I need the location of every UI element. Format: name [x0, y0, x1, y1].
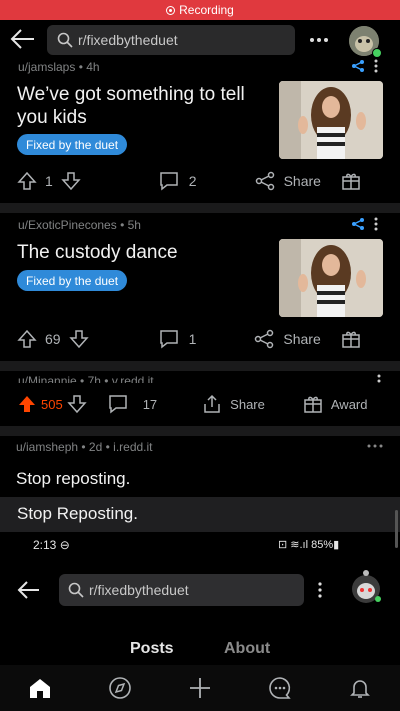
- post-image[interactable]: Stop Reposting. 2:13 ⊖ ⊡ ≋.ıl 85%▮ r/fix…: [0, 497, 400, 665]
- comment-count: 1: [188, 331, 197, 347]
- online-indicator: [372, 48, 382, 58]
- award-label[interactable]: Award: [331, 397, 368, 412]
- app-header: r/fixedbytheduet: [0, 20, 400, 60]
- search-icon: [57, 32, 73, 48]
- battery-level: 85%: [311, 539, 334, 551]
- comment-icon[interactable]: [158, 329, 180, 349]
- comment-icon[interactable]: [158, 171, 180, 191]
- award-icon[interactable]: [303, 394, 323, 414]
- back-arrow-icon[interactable]: [10, 28, 36, 50]
- post-divider: [0, 203, 400, 213]
- more-options-icon: [318, 582, 322, 598]
- status-icons: ⊡ ≋.ıl 85%▮: [278, 539, 340, 551]
- post-domain: i.redd.it: [113, 440, 153, 454]
- share-label[interactable]: Share: [230, 397, 265, 412]
- comment-count: 17: [142, 396, 158, 412]
- vote-count: 505: [41, 396, 63, 412]
- scrollbar[interactable]: [395, 510, 398, 548]
- recording-label: Recording: [179, 3, 234, 17]
- notifications-bell-icon[interactable]: [348, 676, 372, 700]
- post-thumbnail[interactable]: [279, 239, 383, 317]
- post-age: 5h: [127, 218, 141, 232]
- phone-screenshot: 2:13 ⊖ ⊡ ≋.ıl 85%▮ r/fixedbytheduet Post…: [0, 532, 400, 665]
- downvote-icon[interactable]: [61, 171, 81, 191]
- post-meta-clipped: u/Minannie • 7h • v.redd.it: [0, 371, 400, 383]
- explore-icon[interactable]: [108, 676, 132, 700]
- share-label[interactable]: Share: [284, 173, 321, 189]
- home-icon[interactable]: [28, 677, 52, 699]
- post-menu-icon[interactable]: [367, 444, 383, 448]
- create-post-icon[interactable]: [188, 676, 212, 700]
- upvote-icon[interactable]: [17, 394, 37, 414]
- post-actions: 1 2 Share: [17, 170, 387, 192]
- chat-icon[interactable]: [268, 676, 292, 700]
- more-options-icon[interactable]: [309, 31, 329, 49]
- search-text: r/fixedbytheduet: [89, 582, 189, 598]
- search-icon: [68, 582, 84, 598]
- post-domain: v.redd.it: [111, 374, 154, 383]
- post-title[interactable]: We’ve got something to tell you kids: [17, 83, 267, 129]
- vote-count: 69: [45, 331, 61, 347]
- embedded-search-field: r/fixedbytheduet: [59, 574, 304, 606]
- post-author[interactable]: u/iamsheph: [16, 440, 78, 454]
- share-icon[interactable]: [202, 394, 222, 414]
- post-author[interactable]: u/ExoticPinecones: [18, 218, 117, 232]
- post-divider: [0, 361, 400, 371]
- search-input[interactable]: r/fixedbytheduet: [47, 25, 295, 55]
- award-icon[interactable]: [341, 329, 361, 349]
- post-meta: u/jamslaps • 4h: [18, 60, 100, 74]
- comment-icon[interactable]: [107, 394, 129, 414]
- post-menu-icon[interactable]: [377, 374, 381, 384]
- mod-share-icon[interactable]: [351, 59, 365, 73]
- post-title[interactable]: The custody dance: [17, 241, 267, 264]
- post-age: 4h: [86, 60, 100, 74]
- mod-share-icon[interactable]: [351, 217, 365, 231]
- bottom-nav: [0, 665, 400, 711]
- upvote-icon[interactable]: [17, 329, 37, 349]
- award-icon[interactable]: [341, 171, 361, 191]
- post-meta: u/iamsheph • 2d • i.redd.it: [16, 440, 153, 454]
- post-title[interactable]: Stop reposting.: [16, 469, 130, 489]
- post-divider: [0, 426, 400, 436]
- comment-count: 2: [188, 173, 197, 189]
- post-menu-icon[interactable]: [374, 59, 378, 73]
- post-meta: u/ExoticPinecones • 5h: [18, 218, 141, 232]
- back-arrow-icon: [17, 580, 41, 600]
- recording-icon: [166, 5, 176, 15]
- post-flair[interactable]: Fixed by the duet: [17, 134, 128, 155]
- recording-banner: Recording: [0, 0, 400, 20]
- post-thumbnail[interactable]: [279, 81, 383, 159]
- post-age: 2d: [88, 440, 103, 454]
- vote-count: 1: [45, 173, 53, 189]
- share-label[interactable]: Share: [283, 331, 320, 347]
- tab-posts: Posts: [130, 640, 174, 657]
- post-menu-icon[interactable]: [374, 217, 378, 231]
- share-icon[interactable]: [254, 329, 274, 349]
- tab-about: About: [224, 640, 271, 657]
- post-actions: 505 17 Share Award: [17, 393, 387, 415]
- snoo-avatar: [349, 567, 383, 607]
- share-icon[interactable]: [255, 171, 275, 191]
- image-caption: Stop Reposting.: [17, 504, 138, 523]
- status-time: 2:13 ⊖: [33, 538, 70, 552]
- post-age: 7h: [87, 374, 101, 383]
- post-actions: 69 1 Share: [17, 328, 387, 350]
- post-author[interactable]: u/Minannie: [18, 374, 77, 383]
- downvote-icon[interactable]: [67, 394, 87, 414]
- post-author[interactable]: u/jamslaps: [18, 60, 75, 74]
- downvote-icon[interactable]: [68, 329, 89, 349]
- upvote-icon[interactable]: [17, 171, 37, 191]
- post-flair[interactable]: Fixed by the duet: [17, 270, 128, 291]
- search-text: r/fixedbytheduet: [78, 32, 178, 48]
